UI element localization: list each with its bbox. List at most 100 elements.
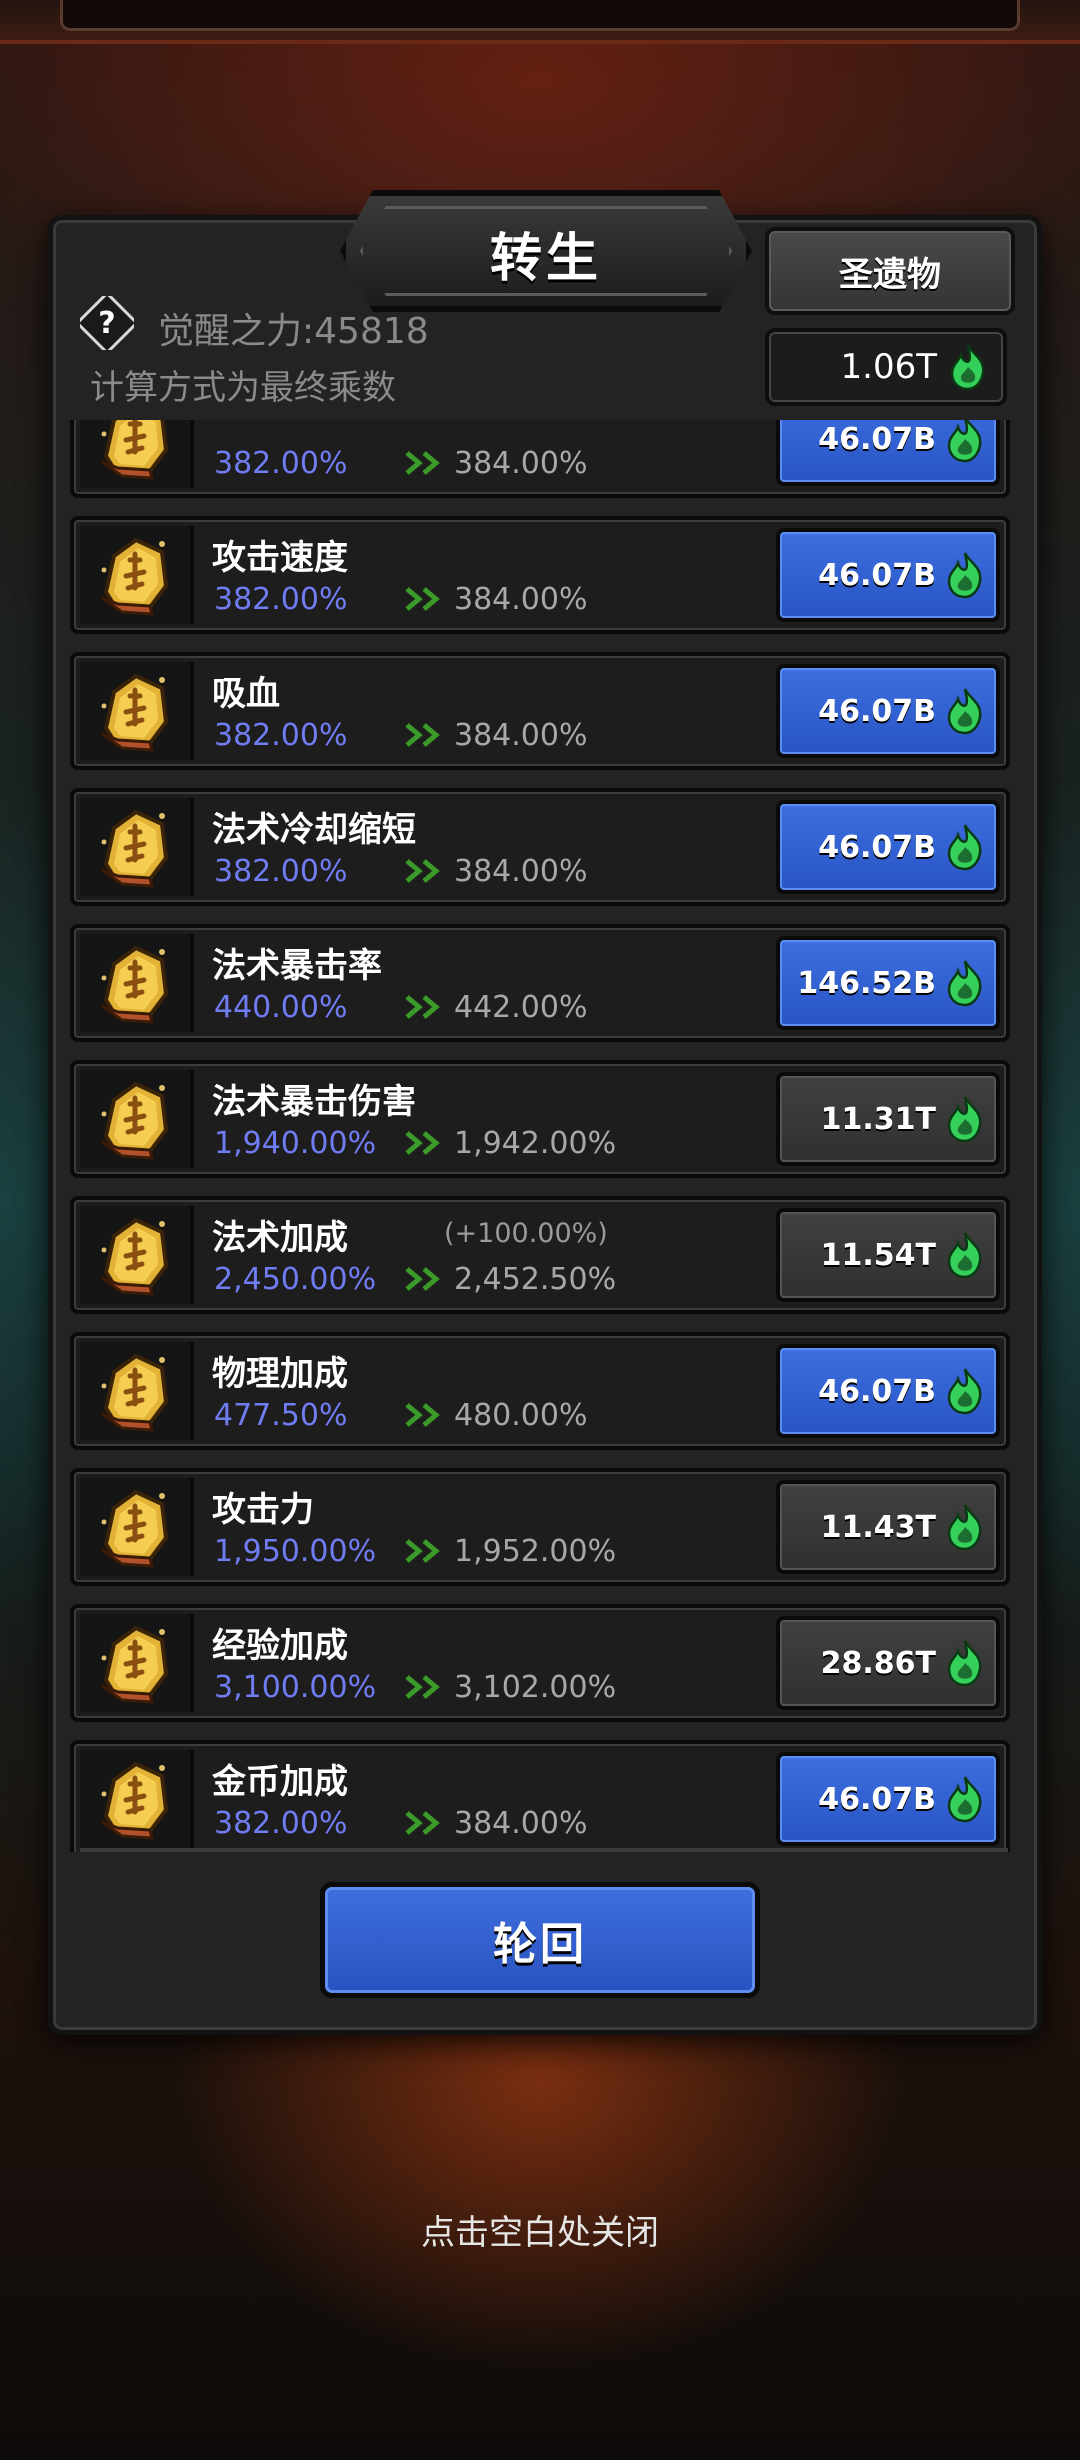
top-frame <box>0 0 1080 44</box>
stat-row: 攻击速度 382.00% 384.00% 46.07B <box>70 516 1010 634</box>
stat-current-value: 382.00% <box>214 446 348 481</box>
stat-row: 法术暴击率 440.00% 442.00% 146.52B <box>70 924 1010 1042</box>
stat-icon-frame <box>80 1478 194 1576</box>
stat-next-value: 442.00% <box>454 990 588 1025</box>
currency-amount: 1.06T <box>840 347 937 387</box>
double-chevron-right-icon <box>405 587 440 611</box>
stat-row: 物理加成 477.50% 480.00% 46.07B <box>70 1332 1010 1450</box>
stat-next-value: 1,942.00% <box>454 1126 617 1161</box>
top-frame-inner <box>60 0 1020 31</box>
upgrade-button[interactable]: 11.54T <box>776 1208 1000 1302</box>
green-soul-flame-icon <box>947 1640 982 1687</box>
upgrade-cost: 11.43T <box>820 1509 936 1545</box>
stat-icon-frame <box>80 934 194 1032</box>
stat-name: 法术暴击率 <box>212 946 382 986</box>
green-soul-flame-icon <box>947 552 982 599</box>
double-chevron-right-icon <box>405 1539 440 1563</box>
stat-next-value: 2,452.50% <box>454 1262 617 1297</box>
green-soul-flame-icon <box>947 688 982 735</box>
green-soul-flame-icon <box>947 1232 982 1279</box>
double-chevron-right-icon <box>405 1131 440 1155</box>
reincarnate-button[interactable]: 轮回 <box>320 1882 760 1998</box>
upgrade-cost: 46.07B <box>818 557 936 593</box>
stat-icon-frame <box>80 1750 194 1848</box>
close-hint[interactable]: 点击空白处关闭 <box>0 2205 1080 2254</box>
double-chevron-right-icon <box>405 1403 440 1427</box>
stat-next-value: 384.00% <box>454 1806 588 1841</box>
stat-current-value: 382.00% <box>214 582 348 617</box>
stat-current-value: 382.00% <box>214 854 348 889</box>
rune-stone-icon <box>101 945 169 1024</box>
upgrade-cost: 146.52B <box>797 965 936 1001</box>
stat-name: 物理加成 <box>212 1354 348 1394</box>
stat-bonus: (+100.00%) <box>444 1218 608 1249</box>
currency-display: 1.06T <box>765 328 1007 406</box>
stat-row: 金币加成 382.00% 384.00% 46.07B <box>70 1740 1010 1852</box>
stat-row: 法术加成 (+100.00%) 2,450.00% 2,452.50% 11.5… <box>70 1196 1010 1314</box>
stat-icon-frame <box>80 1206 194 1304</box>
stat-current-value: 440.00% <box>214 990 348 1025</box>
green-soul-flame-icon <box>947 1504 982 1551</box>
rune-stone-icon <box>101 673 169 752</box>
stat-next-value: 384.00% <box>454 582 588 617</box>
rune-stone-icon <box>101 1489 169 1568</box>
upgrade-button[interactable]: 46.07B <box>776 528 1000 622</box>
stat-icon-frame <box>80 1614 194 1712</box>
stat-icon-frame <box>80 1342 194 1440</box>
stat-name: 攻击力 <box>212 1490 314 1530</box>
upgrade-cost: 46.07B <box>818 1781 936 1817</box>
upgrade-cost: 11.54T <box>820 1237 936 1273</box>
upgrade-button[interactable]: 46.07B <box>776 664 1000 758</box>
rune-stone-icon <box>101 537 169 616</box>
stat-row: 攻击力 1,950.00% 1,952.00% 11.43T <box>70 1468 1010 1586</box>
double-chevron-right-icon <box>405 859 440 883</box>
help-icon[interactable]: ? <box>80 296 134 350</box>
stat-current-value: 382.00% <box>214 1806 348 1841</box>
stat-name: 吸血 <box>212 674 280 714</box>
stat-row: 经验加成 3,100.00% 3,102.00% 28.86T <box>70 1604 1010 1722</box>
upgrade-button[interactable]: 46.07B <box>776 800 1000 894</box>
list-divider <box>80 1848 1008 1852</box>
stat-current-value: 1,950.00% <box>214 1534 377 1569</box>
upgrade-button[interactable]: 46.07B <box>776 1344 1000 1438</box>
stat-current-value: 382.00% <box>214 718 348 753</box>
stat-name: 攻击速度 <box>212 538 348 578</box>
green-soul-flame-icon <box>947 960 982 1007</box>
rune-stone-icon <box>101 1625 169 1704</box>
rune-stone-icon <box>101 1761 169 1840</box>
stat-name: 法术冷却缩短 <box>212 810 416 850</box>
title-plate: 转生 <box>340 190 752 312</box>
rune-stone-icon <box>101 1353 169 1432</box>
stat-next-value: 1,952.00% <box>454 1534 617 1569</box>
stat-row: 法术暴击伤害 1,940.00% 1,942.00% 11.31T <box>70 1060 1010 1178</box>
upgrade-cost: 46.07B <box>818 829 936 865</box>
upgrade-cost: 46.07B <box>818 693 936 729</box>
relic-button[interactable]: 圣遗物 <box>765 227 1015 315</box>
double-chevron-right-icon <box>405 1267 440 1291</box>
upgrade-button[interactable]: 46.07B <box>776 1752 1000 1846</box>
double-chevron-right-icon <box>405 1811 440 1835</box>
stat-current-value: 477.50% <box>214 1398 348 1433</box>
stat-icon-frame <box>80 798 194 896</box>
double-chevron-right-icon <box>405 451 440 475</box>
green-soul-flame-icon <box>950 344 985 391</box>
stat-icon-frame <box>80 1070 194 1168</box>
green-soul-flame-icon <box>947 1776 982 1823</box>
rune-stone-icon <box>101 1217 169 1296</box>
upgrade-button[interactable]: 11.43T <box>776 1480 1000 1574</box>
stat-row: 382.00% 384.00% 46.07B <box>70 420 1010 498</box>
upgrade-button[interactable]: 11.31T <box>776 1072 1000 1166</box>
stat-next-value: 384.00% <box>454 446 588 481</box>
double-chevron-right-icon <box>405 723 440 747</box>
stat-next-value: 480.00% <box>454 1398 588 1433</box>
stat-row: 法术冷却缩短 382.00% 384.00% 46.07B <box>70 788 1010 906</box>
upgrade-button[interactable]: 28.86T <box>776 1616 1000 1710</box>
stat-current-value: 3,100.00% <box>214 1670 377 1705</box>
stat-next-value: 384.00% <box>454 854 588 889</box>
rune-stone-icon <box>101 809 169 888</box>
upgrade-button[interactable]: 146.52B <box>776 936 1000 1030</box>
upgrade-cost: 11.31T <box>820 1101 936 1137</box>
stat-name: 金币加成 <box>212 1762 348 1802</box>
stat-list[interactable]: 382.00% 384.00% 46.07B 攻击速度 382.00% 384.… <box>70 420 1020 1852</box>
upgrade-button[interactable]: 46.07B <box>776 420 1000 486</box>
